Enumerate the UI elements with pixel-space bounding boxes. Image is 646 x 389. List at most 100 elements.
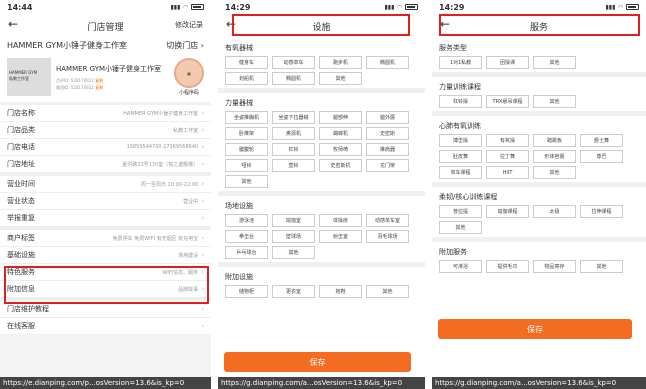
option-chip[interactable]: 其他	[366, 285, 409, 298]
option-chip[interactable]: 健身车	[225, 56, 268, 69]
option-chip[interactable]: 其他	[272, 246, 315, 259]
option-chip[interactable]: 射击室	[319, 230, 362, 243]
option-chip[interactable]: 壶铃	[272, 159, 315, 172]
option-chip[interactable]: 可淋浴	[439, 260, 482, 273]
option-chip[interactable]: 乒乓球台	[225, 246, 268, 259]
dianping-id: 点评ID: 528170922 复制	[56, 77, 104, 83]
option-chip[interactable]: HIIT	[486, 166, 529, 179]
option-chip[interactable]: 坐姿推胸机	[225, 111, 268, 124]
edit-history-link[interactable]: 修改记录	[175, 20, 203, 30]
option-chip[interactable]: 肚皮舞	[439, 150, 482, 163]
row-category[interactable]: 门店品类 私教工作室 ›	[0, 122, 211, 139]
option-chip[interactable]: 腱腹轮	[225, 143, 268, 156]
option-chip[interactable]: 1对1私教	[439, 56, 482, 69]
option-chip[interactable]: 形体芭蕾	[533, 150, 576, 163]
option-chip[interactable]: 太极	[533, 205, 576, 218]
option-chip[interactable]: 更衣室	[272, 285, 315, 298]
copy-link[interactable]: 复制	[95, 78, 103, 83]
option-chip[interactable]: 跑步机	[319, 56, 362, 69]
row-hours[interactable]: 营业时间 周一至周日 10:00-22:00 ›	[0, 176, 211, 193]
option-chip[interactable]: 储物柜	[225, 285, 268, 298]
option-chip[interactable]: 拉伸课程	[580, 205, 623, 218]
row-facilities[interactable]: 基础设施 场地建设 ›	[0, 247, 211, 264]
qr-label: 小程序码	[178, 90, 199, 96]
option-chip[interactable]: 杠铃操	[439, 95, 482, 108]
option-chip[interactable]: 奥源机	[272, 127, 315, 140]
option-chip[interactable]: 提供毛巾	[486, 260, 529, 273]
option-chip[interactable]: 其他	[533, 95, 576, 108]
back-arrow-icon[interactable]: ←	[8, 17, 18, 31]
option-chip[interactable]: 体操房	[319, 214, 362, 227]
option-chip[interactable]: 物品寄存	[533, 260, 576, 273]
option-chip[interactable]: 卧推架	[225, 127, 268, 140]
option-chip[interactable]: 游泳池	[225, 214, 268, 227]
option-chip[interactable]: 动感单车室	[366, 214, 409, 227]
option-chip[interactable]: 哑铃	[225, 159, 268, 172]
option-chip[interactable]: 椭圆机	[366, 56, 409, 69]
option-chip[interactable]: 其他	[580, 260, 623, 273]
option-chip[interactable]: 腿部伸	[319, 111, 362, 124]
url-bar: https://e.dianping.com/p...osVersion=13.…	[0, 377, 211, 389]
option-chip[interactable]: 坐姿下拉器械	[272, 111, 315, 124]
option-chip[interactable]: 拳击台	[225, 230, 268, 243]
option-chip[interactable]: 拖鞋	[319, 285, 362, 298]
option-chip[interactable]: 尊巴	[580, 150, 623, 163]
option-chip[interactable]: 史密斯	[366, 127, 409, 140]
row-store-name[interactable]: 门店名称 HAMMER GYM小锤子健身工作室 ›	[0, 105, 211, 122]
option-chip[interactable]: 其他	[439, 221, 482, 234]
option-chip[interactable]: 瑜伽室	[272, 214, 315, 227]
option-chip[interactable]: 龙门架	[366, 159, 409, 172]
option-chip[interactable]: 腿外展	[366, 111, 409, 124]
wifi-icon: ◠	[618, 3, 623, 11]
option-chip[interactable]: 其他	[319, 72, 362, 85]
option-chip[interactable]: 推肩器	[366, 143, 409, 156]
option-chip[interactable]: 团操课	[486, 56, 529, 69]
option-section: 柔韧/核心训练课程 普拉提 瑜伽课程 太极 拉伸课程 其他	[432, 187, 646, 237]
store-card: HAMMER GYM 私教工作室 HAMMER GYM小锤子健身工作室 点评ID:…	[7, 56, 204, 98]
option-chip[interactable]: 动感单车	[272, 56, 315, 69]
row-merchant-tags[interactable]: 商户标签 免费停车 免费WIFI 有无烟区 有充电宝 ›	[0, 230, 211, 247]
row-support[interactable]: 在线客服 ›	[0, 318, 211, 335]
status-bar: 14:44 ▮▮▮ ◠	[0, 0, 211, 14]
store-management-screen: 14:44 ▮▮▮ ◠ ← 门店管理 修改记录 HAMMER GYM小锤子健身工作…	[0, 0, 211, 389]
option-chip[interactable]: 踏跳板	[533, 134, 576, 147]
option-chip[interactable]: 牧师椅	[319, 143, 362, 156]
option-chip[interactable]: 羽毛球场	[366, 230, 409, 243]
option-section: 有氧器械 健身车 动感单车 跑步机 椭圆机 划船机 椭圆机 其他	[218, 38, 425, 88]
save-button[interactable]: 保存	[438, 319, 632, 339]
option-section: 附加设施储物柜 更衣室 拖鞋 其他	[218, 267, 425, 301]
option-chip[interactable]: 蝴蝶机	[319, 127, 362, 140]
signal-icon: ▮▮▮	[170, 3, 181, 11]
option-chip[interactable]: 史密斯机	[319, 159, 362, 172]
option-chip[interactable]: 其他	[533, 56, 576, 69]
option-chip[interactable]: 普拉提	[439, 205, 482, 218]
save-button[interactable]: 保存	[224, 352, 411, 372]
card-title: HAMMER GYM小锤子健身工作室	[56, 64, 162, 73]
section-title: 服务类型	[439, 44, 467, 52]
switch-store-button[interactable]: 切换门店 ›	[166, 40, 204, 51]
section-title: 附加设施	[225, 273, 253, 281]
option-chip[interactable]: 爵士舞	[580, 134, 623, 147]
status-bar: 14:29 ▮▮▮ ◠	[432, 0, 646, 14]
copy-link[interactable]: 复制	[95, 85, 103, 90]
option-chip[interactable]: 单车课程	[439, 166, 482, 179]
option-chip[interactable]: 划船机	[225, 72, 268, 85]
row-address[interactable]: 门店地址 夏洪路33号130室（悦之邀额楼） ›	[0, 156, 211, 173]
row-phone[interactable]: 门店电话 19859544700,17369568640 ›	[0, 139, 211, 156]
option-chip[interactable]: TRX悬吊课程	[486, 95, 529, 108]
option-section: 场地设施 游泳池 瑜伽室 体操房 动感单车室 拳击台 壁球场 射击室 羽毛球场 乒乓球台 其他	[218, 196, 425, 262]
option-chip[interactable]: 搏击操	[439, 134, 482, 147]
option-chip[interactable]: 瑜伽课程	[486, 205, 529, 218]
option-chip[interactable]: 有氧操	[486, 134, 529, 147]
status-time: 14:44	[7, 2, 33, 12]
option-chip[interactable]: 杠铃	[272, 143, 315, 156]
option-chip[interactable]: 其他	[533, 166, 576, 179]
option-chip[interactable]: 壁球场	[272, 230, 315, 243]
mini-program-qr-icon[interactable]: ▦	[174, 58, 204, 88]
option-chip[interactable]: 拉丁舞	[486, 150, 529, 163]
option-chip[interactable]: 其他	[225, 175, 268, 188]
option-chip[interactable]: 椭圆机	[272, 72, 315, 85]
row-status[interactable]: 营业状态 营业中 ›	[0, 193, 211, 210]
row-report-duplicate[interactable]: 举报重复 ›	[0, 210, 211, 227]
wifi-icon: ◠	[183, 3, 188, 11]
